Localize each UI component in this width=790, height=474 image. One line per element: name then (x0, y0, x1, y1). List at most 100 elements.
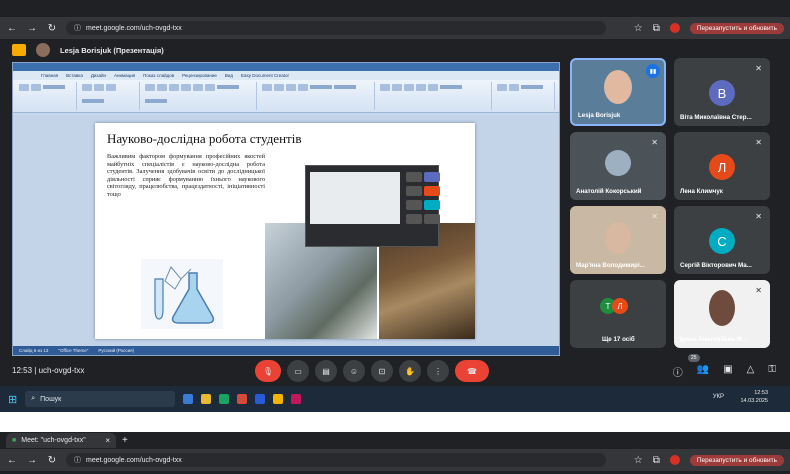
meet-stage: Главная Вставка Дизайн Анимация Показ сл… (0, 58, 790, 358)
present-icon (12, 44, 26, 56)
participant-tile-2[interactable]: ✕ В Віта Миколаївна Стер... (674, 58, 770, 126)
chat-icon[interactable]: ▣ (723, 364, 732, 379)
participant-tile-3[interactable]: ✕ Анатолій Кокорський (570, 132, 666, 200)
slide-title: Науково-дослідна робота студентів (107, 131, 302, 146)
profile-avatar[interactable] (669, 455, 680, 465)
back-icon[interactable]: ← (6, 455, 18, 466)
shared-screen: Главная Вставка Дизайн Анимация Показ сл… (12, 62, 560, 356)
avatar: Л (612, 298, 628, 314)
ribbon-tab: Вставка (66, 73, 83, 78)
mic-off-icon: ✕ (651, 138, 658, 147)
avatar: В (709, 80, 735, 106)
windows-start-icon[interactable]: ⊞ (8, 393, 17, 406)
ppt-icon[interactable] (237, 394, 248, 404)
presenter-label: Lesja Borisjuk (Презентація) (60, 45, 164, 55)
separator (0, 412, 790, 432)
taskbar-clock[interactable]: 12:53 14.03.2025 (740, 389, 768, 405)
windows-taskbar: ⊞ ⌕ Пошук УКР 12:53 14.03.2025 (0, 386, 790, 412)
emoji-button[interactable]: ☺ (343, 360, 365, 382)
participant-tile-8[interactable]: ✕ Ірина Анатоліївна Ж... (674, 280, 770, 348)
word-icon[interactable] (255, 394, 266, 404)
avatar (36, 43, 50, 57)
slide-text: Важливим фактором формування професійних… (107, 153, 265, 198)
camera-button[interactable]: ▭ (287, 360, 309, 382)
host-controls-icon[interactable]: ⚿ (768, 364, 776, 379)
mic-off-icon: ✕ (755, 212, 762, 221)
taskview-icon[interactable] (183, 394, 194, 404)
browser-window-2: ■ Meet: "uch-ovgd-txx" × + ← → ↻ ⓘ meet.… (0, 432, 790, 474)
present-button[interactable]: ⊡ (371, 360, 393, 382)
chrome-icon[interactable] (273, 394, 284, 404)
participant-video (709, 290, 735, 326)
ribbon-tab: Easy Document Creator (241, 73, 290, 78)
close-tab-icon[interactable]: × (105, 436, 110, 445)
profile-avatar[interactable] (669, 23, 680, 33)
forward-icon[interactable]: → (26, 23, 38, 34)
mic-off-icon: ✕ (755, 138, 762, 147)
captions-button[interactable]: ▤ (315, 360, 337, 382)
meet-control-bar: 12:53 | uch-ovgd-txx 🎙 ▭ ▤ ☺ ⊡ ✋ ⋮ ☎ 25 … (0, 354, 790, 386)
relaunch-button[interactable]: Перезапустить и обновить (689, 454, 784, 466)
star-icon[interactable]: ☆ (634, 455, 643, 466)
participant-tile-6[interactable]: ✕ С Сергій Вікторович Ма... (674, 206, 770, 274)
back-icon[interactable]: ← (6, 23, 18, 34)
url-field[interactable]: ⓘ meet.google.com/uch-ovgd-txx (66, 21, 606, 35)
participant-tile-4[interactable]: ✕ Л Лена Климчук (674, 132, 770, 200)
avatar: Л (709, 154, 735, 180)
taskbar-search[interactable]: ⌕ Пошук (25, 391, 176, 407)
participant-video (605, 222, 631, 254)
address-bar: ← → ↻ ⓘ meet.google.com/uch-ovgd-txx ☆ ⧉… (0, 17, 790, 39)
ppt-titlebar (13, 63, 559, 71)
raise-hand-button[interactable]: ✋ (399, 360, 421, 382)
others-tile[interactable]: Т Л Ще 17 осіб (570, 280, 666, 348)
mic-toggle-button[interactable]: 🎙 (255, 360, 281, 382)
mic-off-icon: ✕ (755, 64, 762, 73)
tab-strip: ■ Meet: "uch-ovgd-txx" × + (0, 432, 790, 449)
ribbon-tab: Показ слайдов (143, 73, 175, 78)
ppt-ribbon (13, 80, 559, 113)
url-field[interactable]: ⓘ meet.google.com/uch-ovgd-txx (66, 453, 606, 467)
slide: Науково-дослідна робота студентів Важлив… (95, 123, 475, 339)
ribbon-tab: Анимация (114, 73, 136, 78)
tab-strip (0, 0, 790, 17)
app-icon[interactable] (291, 394, 302, 404)
tab-meet[interactable]: ■ Meet: "uch-ovgd-txx" × (6, 433, 116, 448)
meet-icon: ■ (12, 437, 17, 444)
forward-icon[interactable]: → (26, 455, 38, 466)
meeting-info: 12:53 | uch-ovgd-txx (12, 366, 85, 375)
star-icon[interactable]: ☆ (634, 23, 643, 34)
site-info-icon[interactable]: ⓘ (74, 23, 81, 33)
participant-tile-1[interactable]: ▮▮ Lesja Borisjuk (570, 58, 666, 126)
ribbon-tab: Главная (41, 73, 59, 78)
activities-icon[interactable]: △ (747, 364, 755, 379)
end-call-button[interactable]: ☎ (455, 360, 489, 382)
reload-icon[interactable]: ↻ (46, 23, 58, 34)
extensions-icon[interactable]: ⧉ (653, 455, 660, 466)
mic-off-icon: ✕ (651, 212, 658, 221)
more-options-button[interactable]: ⋮ (427, 360, 449, 382)
mic-off-icon: ✕ (755, 286, 762, 295)
ribbon-tab: Вид (224, 73, 234, 78)
slide-workspace: Науково-дослідна робота студентів Важлив… (13, 115, 559, 347)
site-info-icon[interactable]: ⓘ (74, 455, 81, 465)
avatar: С (709, 228, 735, 254)
relaunch-button[interactable]: Перезапустить и обновить (689, 22, 784, 34)
participant-video (605, 150, 631, 176)
ribbon-tab: Дизайн (90, 73, 107, 78)
extensions-icon[interactable]: ⧉ (653, 23, 660, 34)
new-tab-icon[interactable]: + (122, 435, 128, 446)
speaking-icon: ▮▮ (646, 64, 660, 78)
people-icon[interactable]: 👥 (697, 364, 709, 379)
address-bar: ← → ↻ ⓘ meet.google.com/uch-ovgd-txx ☆ ⧉… (0, 449, 790, 471)
ppt-status-bar: Слайд 6 из 13 "Office Theme" Русский (Ро… (13, 346, 559, 355)
tray-lang[interactable]: УКР (713, 394, 724, 400)
lab-flask-illustration (141, 259, 223, 329)
edge-icon[interactable] (219, 394, 230, 404)
ppt-ribbon-tabs: Главная Вставка Дизайн Анимация Показ сл… (13, 71, 559, 80)
browser-window-1: ← → ↻ ⓘ meet.google.com/uch-ovgd-txx ☆ ⧉… (0, 0, 790, 412)
participant-tile-5[interactable]: ✕ Мар'яна Володимирі... (570, 206, 666, 274)
info-icon[interactable]: ⓘ (673, 364, 683, 379)
explorer-icon[interactable] (201, 394, 212, 404)
search-icon: ⌕ (31, 395, 36, 402)
reload-icon[interactable]: ↻ (46, 455, 58, 466)
